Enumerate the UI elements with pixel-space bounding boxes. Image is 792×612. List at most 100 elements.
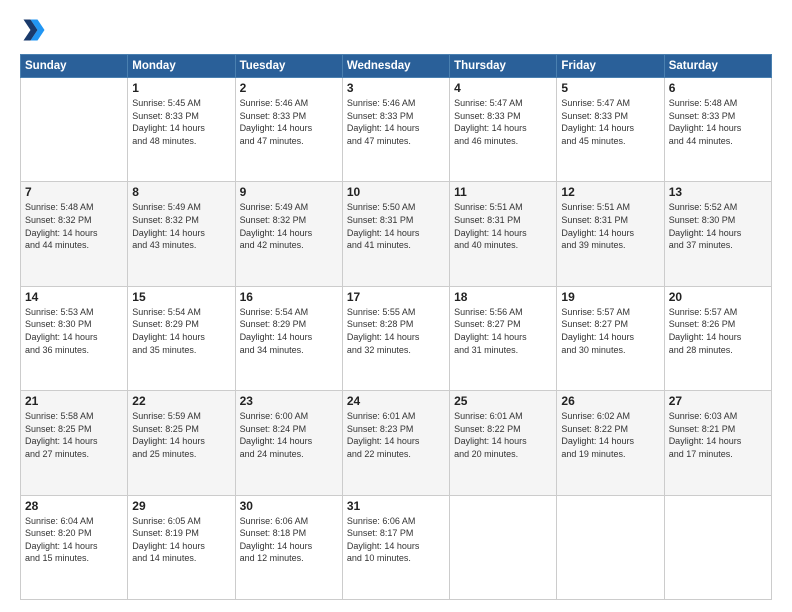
calendar-cell: 2Sunrise: 5:46 AM Sunset: 8:33 PM Daylig…: [235, 78, 342, 182]
day-number: 15: [132, 290, 230, 304]
cell-content: Sunrise: 5:51 AM Sunset: 8:31 PM Dayligh…: [561, 201, 659, 251]
calendar-cell: 3 Sunrise: 5:46 AM Sunset: 8:33 PM Daylig…: [342, 78, 449, 182]
day-number: 18: [454, 290, 552, 304]
header: [20, 16, 772, 44]
day-number: 11: [454, 185, 552, 199]
calendar-cell: 22Sunrise: 5:59 AM Sunset: 8:25 PM Dayli…: [128, 391, 235, 495]
cell-content: Sunrise: 6:04 AM Sunset: 8:20 PM Dayligh…: [25, 515, 123, 565]
day-number: 5: [561, 81, 659, 95]
cell-content: Sunrise: 6:01 AM Sunset: 8:22 PM Dayligh…: [454, 410, 552, 460]
day-number: 8: [132, 185, 230, 199]
cell-content: Sunrise: 5:47 AM Sunset: 8:33 PM Dayligh…: [454, 97, 552, 147]
calendar-cell: 1 Sunrise: 5:45 AM Sunset: 8:33 PM Daylig…: [128, 78, 235, 182]
calendar-cell: 9Sunrise: 5:49 AM Sunset: 8:32 PM Daylig…: [235, 182, 342, 286]
day-number: 6: [669, 81, 767, 95]
calendar-cell: 13 Sunrise: 5:52 AM Sunset: 8:30 PM Dayli…: [664, 182, 771, 286]
calendar-cell: 15 Sunrise: 5:54 AM Sunset: 8:29 PM Dayli…: [128, 286, 235, 390]
day-number: 3: [347, 81, 445, 95]
cell-content: Sunrise: 5:52 AM Sunset: 8:30 PM Dayligh…: [669, 201, 767, 251]
calendar-cell: 4 Sunrise: 5:47 AM Sunset: 8:33 PM Daylig…: [450, 78, 557, 182]
cell-content: Sunrise: 5:46 AM Sunset: 8:33 PM Dayligh…: [240, 97, 338, 147]
calendar-table: SundayMondayTuesdayWednesdayThursdayFrid…: [20, 54, 772, 600]
calendar-cell: 31 Sunrise: 6:06 AM Sunset: 8:17 PM Dayli…: [342, 495, 449, 599]
logo: [20, 16, 52, 44]
day-number: 20: [669, 290, 767, 304]
calendar-cell: 8 Sunrise: 5:49 AM Sunset: 8:32 PM Daylig…: [128, 182, 235, 286]
cell-content: Sunrise: 5:54 AM Sunset: 8:29 PM Dayligh…: [240, 306, 338, 356]
calendar-cell: 20 Sunrise: 5:57 AM Sunset: 8:26 PM Dayli…: [664, 286, 771, 390]
calendar-cell: 19 Sunrise: 5:57 AM Sunset: 8:27 PM Dayli…: [557, 286, 664, 390]
calendar-header-row: SundayMondayTuesdayWednesdayThursdayFrid…: [21, 55, 772, 78]
calendar-cell: 10 Sunrise: 5:50 AM Sunset: 8:31 PM Dayli…: [342, 182, 449, 286]
day-number: 30: [240, 499, 338, 513]
calendar-day-header: Friday: [557, 55, 664, 78]
cell-content: Sunrise: 5:51 AM Sunset: 8:31 PM Dayligh…: [454, 201, 552, 251]
cell-content: Sunrise: 5:57 AM Sunset: 8:26 PM Dayligh…: [669, 306, 767, 356]
calendar-cell: [21, 78, 128, 182]
day-number: 19: [561, 290, 659, 304]
calendar-week-row: 28 Sunrise: 6:04 AM Sunset: 8:20 PM Dayli…: [21, 495, 772, 599]
cell-content: Sunrise: 5:45 AM Sunset: 8:33 PM Dayligh…: [132, 97, 230, 147]
calendar-day-header: Wednesday: [342, 55, 449, 78]
calendar-day-header: Saturday: [664, 55, 771, 78]
cell-content: Sunrise: 6:05 AM Sunset: 8:19 PM Dayligh…: [132, 515, 230, 565]
calendar-cell: 23 Sunrise: 6:00 AM Sunset: 8:24 PM Dayli…: [235, 391, 342, 495]
day-number: 29: [132, 499, 230, 513]
cell-content: Sunrise: 6:00 AM Sunset: 8:24 PM Dayligh…: [240, 410, 338, 460]
day-number: 27: [669, 394, 767, 408]
cell-content: Sunrise: 5:49 AM Sunset: 8:32 PM Dayligh…: [240, 201, 338, 251]
calendar-cell: 12 Sunrise: 5:51 AM Sunset: 8:31 PM Dayli…: [557, 182, 664, 286]
day-number: 4: [454, 81, 552, 95]
calendar-cell: 27 Sunrise: 6:03 AM Sunset: 8:21 PM Dayli…: [664, 391, 771, 495]
calendar-cell: 29 Sunrise: 6:05 AM Sunset: 8:19 PM Dayli…: [128, 495, 235, 599]
calendar-body: 1 Sunrise: 5:45 AM Sunset: 8:33 PM Daylig…: [21, 78, 772, 600]
cell-content: Sunrise: 5:59 AM Sunset: 8:25 PM Dayligh…: [132, 410, 230, 460]
calendar-day-header: Sunday: [21, 55, 128, 78]
cell-content: Sunrise: 6:03 AM Sunset: 8:21 PM Dayligh…: [669, 410, 767, 460]
cell-content: Sunrise: 5:46 AM Sunset: 8:33 PM Dayligh…: [347, 97, 445, 147]
calendar-cell: 11 Sunrise: 5:51 AM Sunset: 8:31 PM Dayli…: [450, 182, 557, 286]
calendar-cell: 16Sunrise: 5:54 AM Sunset: 8:29 PM Dayli…: [235, 286, 342, 390]
day-number: 7: [25, 185, 123, 199]
calendar-day-header: Thursday: [450, 55, 557, 78]
day-number: 25: [454, 394, 552, 408]
day-number: 13: [669, 185, 767, 199]
cell-content: Sunrise: 5:56 AM Sunset: 8:27 PM Dayligh…: [454, 306, 552, 356]
calendar-cell: 26 Sunrise: 6:02 AM Sunset: 8:22 PM Dayli…: [557, 391, 664, 495]
calendar-cell: [450, 495, 557, 599]
day-number: 23: [240, 394, 338, 408]
day-number: 1: [132, 81, 230, 95]
cell-content: Sunrise: 5:54 AM Sunset: 8:29 PM Dayligh…: [132, 306, 230, 356]
day-number: 14: [25, 290, 123, 304]
cell-content: Sunrise: 5:49 AM Sunset: 8:32 PM Dayligh…: [132, 201, 230, 251]
calendar-week-row: 21 Sunrise: 5:58 AM Sunset: 8:25 PM Dayli…: [21, 391, 772, 495]
cell-content: Sunrise: 5:58 AM Sunset: 8:25 PM Dayligh…: [25, 410, 123, 460]
day-number: 26: [561, 394, 659, 408]
calendar-cell: 7Sunrise: 5:48 AM Sunset: 8:32 PM Daylig…: [21, 182, 128, 286]
day-number: 17: [347, 290, 445, 304]
calendar-cell: 6Sunrise: 5:48 AM Sunset: 8:33 PM Daylig…: [664, 78, 771, 182]
cell-content: Sunrise: 5:57 AM Sunset: 8:27 PM Dayligh…: [561, 306, 659, 356]
day-number: 10: [347, 185, 445, 199]
day-number: 21: [25, 394, 123, 408]
day-number: 12: [561, 185, 659, 199]
calendar-cell: 25 Sunrise: 6:01 AM Sunset: 8:22 PM Dayli…: [450, 391, 557, 495]
cell-content: Sunrise: 5:50 AM Sunset: 8:31 PM Dayligh…: [347, 201, 445, 251]
logo-icon: [20, 16, 48, 44]
cell-content: Sunrise: 6:02 AM Sunset: 8:22 PM Dayligh…: [561, 410, 659, 460]
page: SundayMondayTuesdayWednesdayThursdayFrid…: [0, 0, 792, 612]
day-number: 28: [25, 499, 123, 513]
day-number: 31: [347, 499, 445, 513]
calendar-cell: 5 Sunrise: 5:47 AM Sunset: 8:33 PM Daylig…: [557, 78, 664, 182]
calendar-cell: [664, 495, 771, 599]
cell-content: Sunrise: 6:06 AM Sunset: 8:17 PM Dayligh…: [347, 515, 445, 565]
cell-content: Sunrise: 5:47 AM Sunset: 8:33 PM Dayligh…: [561, 97, 659, 147]
cell-content: Sunrise: 6:01 AM Sunset: 8:23 PM Dayligh…: [347, 410, 445, 460]
cell-content: Sunrise: 5:55 AM Sunset: 8:28 PM Dayligh…: [347, 306, 445, 356]
calendar-cell: [557, 495, 664, 599]
calendar-cell: 21 Sunrise: 5:58 AM Sunset: 8:25 PM Dayli…: [21, 391, 128, 495]
calendar-week-row: 7Sunrise: 5:48 AM Sunset: 8:32 PM Daylig…: [21, 182, 772, 286]
calendar-cell: 30Sunrise: 6:06 AM Sunset: 8:18 PM Dayli…: [235, 495, 342, 599]
calendar-cell: 17 Sunrise: 5:55 AM Sunset: 8:28 PM Dayli…: [342, 286, 449, 390]
calendar-day-header: Tuesday: [235, 55, 342, 78]
